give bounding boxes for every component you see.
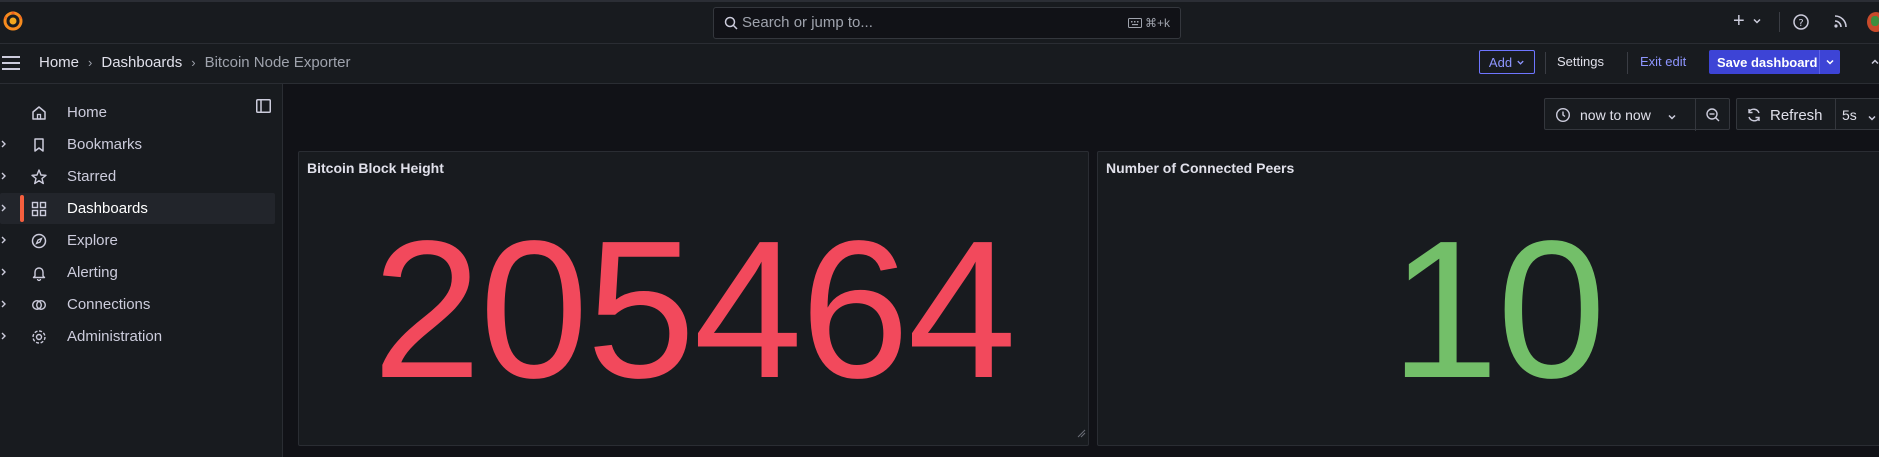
chevron-right-icon: › [88,55,93,70]
grafana-logo-icon[interactable] [2,10,24,32]
zoom-out-button[interactable] [1695,99,1731,131]
clock-icon [1555,107,1571,128]
link-icon [30,296,48,314]
sidebar-item-label: Bookmarks [67,136,143,153]
home-icon [30,104,48,122]
breadcrumb-dashboards[interactable]: Dashboards [101,54,182,71]
sidebar-item-alerting[interactable]: Alerting [0,257,275,288]
panel-connected-peers[interactable]: Number of Connected Peers 10 [1097,151,1879,446]
stat-value: 10 [1389,200,1606,419]
divider [1545,52,1546,74]
breadcrumb-home[interactable]: Home [39,54,79,71]
sidebar-item-bookmarks[interactable]: Bookmarks [0,129,275,160]
divider [1835,99,1836,129]
panel-bitcoin-block-height[interactable]: Bitcoin Block Height 205464 [298,151,1089,446]
chevron-right-icon[interactable] [0,233,8,251]
shortcut-text: ⌘+k [1144,16,1170,30]
panel-title: Bitcoin Block Height [307,160,444,176]
sidebar-item-label: Administration [67,328,163,345]
sidebar-item-explore[interactable]: Explore [0,225,275,256]
stat-value: 205464 [372,200,1016,419]
sidebar-item-label: Connections [67,296,151,313]
sidebar-item-label: Explore [67,232,118,249]
chevron-right-icon[interactable] [0,137,8,155]
refresh-interval-select[interactable]: 5s [1842,107,1857,123]
keyboard-icon [1127,16,1145,30]
sidebar-item-dashboards[interactable]: Dashboards [0,193,275,224]
dashboard-nav-bar: Home › Dashboards › Bitcoin Node Exporte… [0,44,1879,84]
menu-icon[interactable] [2,56,20,70]
sidebar-item-label: Dashboards [67,200,148,217]
sidebar-item-label: Alerting [67,264,118,281]
save-dashboard-button[interactable]: Save dashboard [1709,50,1840,74]
star-icon [30,168,48,186]
sidebar-item-administration[interactable]: Administration [0,321,275,352]
settings-button[interactable]: Settings [1557,54,1604,69]
add-button-label: Add [1488,54,1513,70]
chevron-down-icon[interactable] [1867,110,1877,128]
refresh-icon[interactable] [1746,107,1762,128]
sidebar-item-starred[interactable]: Starred [0,161,275,192]
active-indicator [20,195,24,222]
chevron-down-icon [1516,55,1525,70]
panel-title: Number of Connected Peers [1106,160,1295,176]
time-range-text: now to now [1580,107,1651,123]
bell-icon [30,264,48,282]
chevron-down-icon[interactable] [1825,55,1835,70]
breadcrumb-current: Bitcoin Node Exporter [204,54,351,71]
refresh-picker: Refresh 5s [1736,98,1879,130]
compass-icon [30,232,48,250]
divider [1819,50,1820,74]
exit-edit-button[interactable]: Exit edit [1640,54,1686,69]
sidebar-item-connections[interactable]: Connections [0,289,275,320]
sidebar-item-label: Home [67,104,108,121]
avatar[interactable] [1867,12,1879,32]
search-input[interactable]: Search or jump to... ⌘+k [713,7,1181,39]
save-dashboard-label: Save dashboard [1717,55,1818,70]
refresh-button[interactable]: Refresh [1770,107,1823,124]
tab-strip [0,0,1879,2]
chevron-down-icon[interactable] [1752,13,1762,31]
search-placeholder: Search or jump to... [742,14,873,31]
sidebar-item-home[interactable]: Home [0,97,275,128]
top-bar: Search or jump to... ⌘+k + ? [0,0,1879,44]
chevron-right-icon[interactable] [0,169,8,187]
breadcrumb: Home › Dashboards › Bitcoin Node Exporte… [39,54,351,71]
help-icon[interactable]: ? [1792,13,1810,36]
time-range-picker[interactable]: now to now [1544,98,1731,131]
chevron-down-icon [1667,109,1677,127]
chevron-right-icon[interactable] [0,201,8,219]
sidebar-item-label: Starred [67,168,117,185]
svg-text:?: ? [1798,18,1803,29]
chevron-right-icon[interactable] [0,329,8,347]
resize-handle-icon[interactable] [1076,425,1086,443]
apps-icon [30,200,48,218]
plus-icon[interactable]: + [1733,10,1745,33]
search-icon [724,16,738,35]
cog-icon [30,328,48,346]
divider [1779,12,1780,32]
sidebar: Home Bookmarks Starred Dashboards Explor… [0,84,283,457]
search-shortcut: ⌘+k [1127,16,1170,30]
rss-icon[interactable] [1833,13,1849,34]
bookmark-icon [30,136,48,154]
chevron-right-icon[interactable] [0,297,8,315]
divider [1627,52,1628,74]
chevron-up-icon[interactable] [1870,54,1879,72]
chevron-right-icon[interactable] [0,265,8,283]
add-button[interactable]: Add [1479,50,1535,74]
chevron-right-icon: › [191,55,196,70]
